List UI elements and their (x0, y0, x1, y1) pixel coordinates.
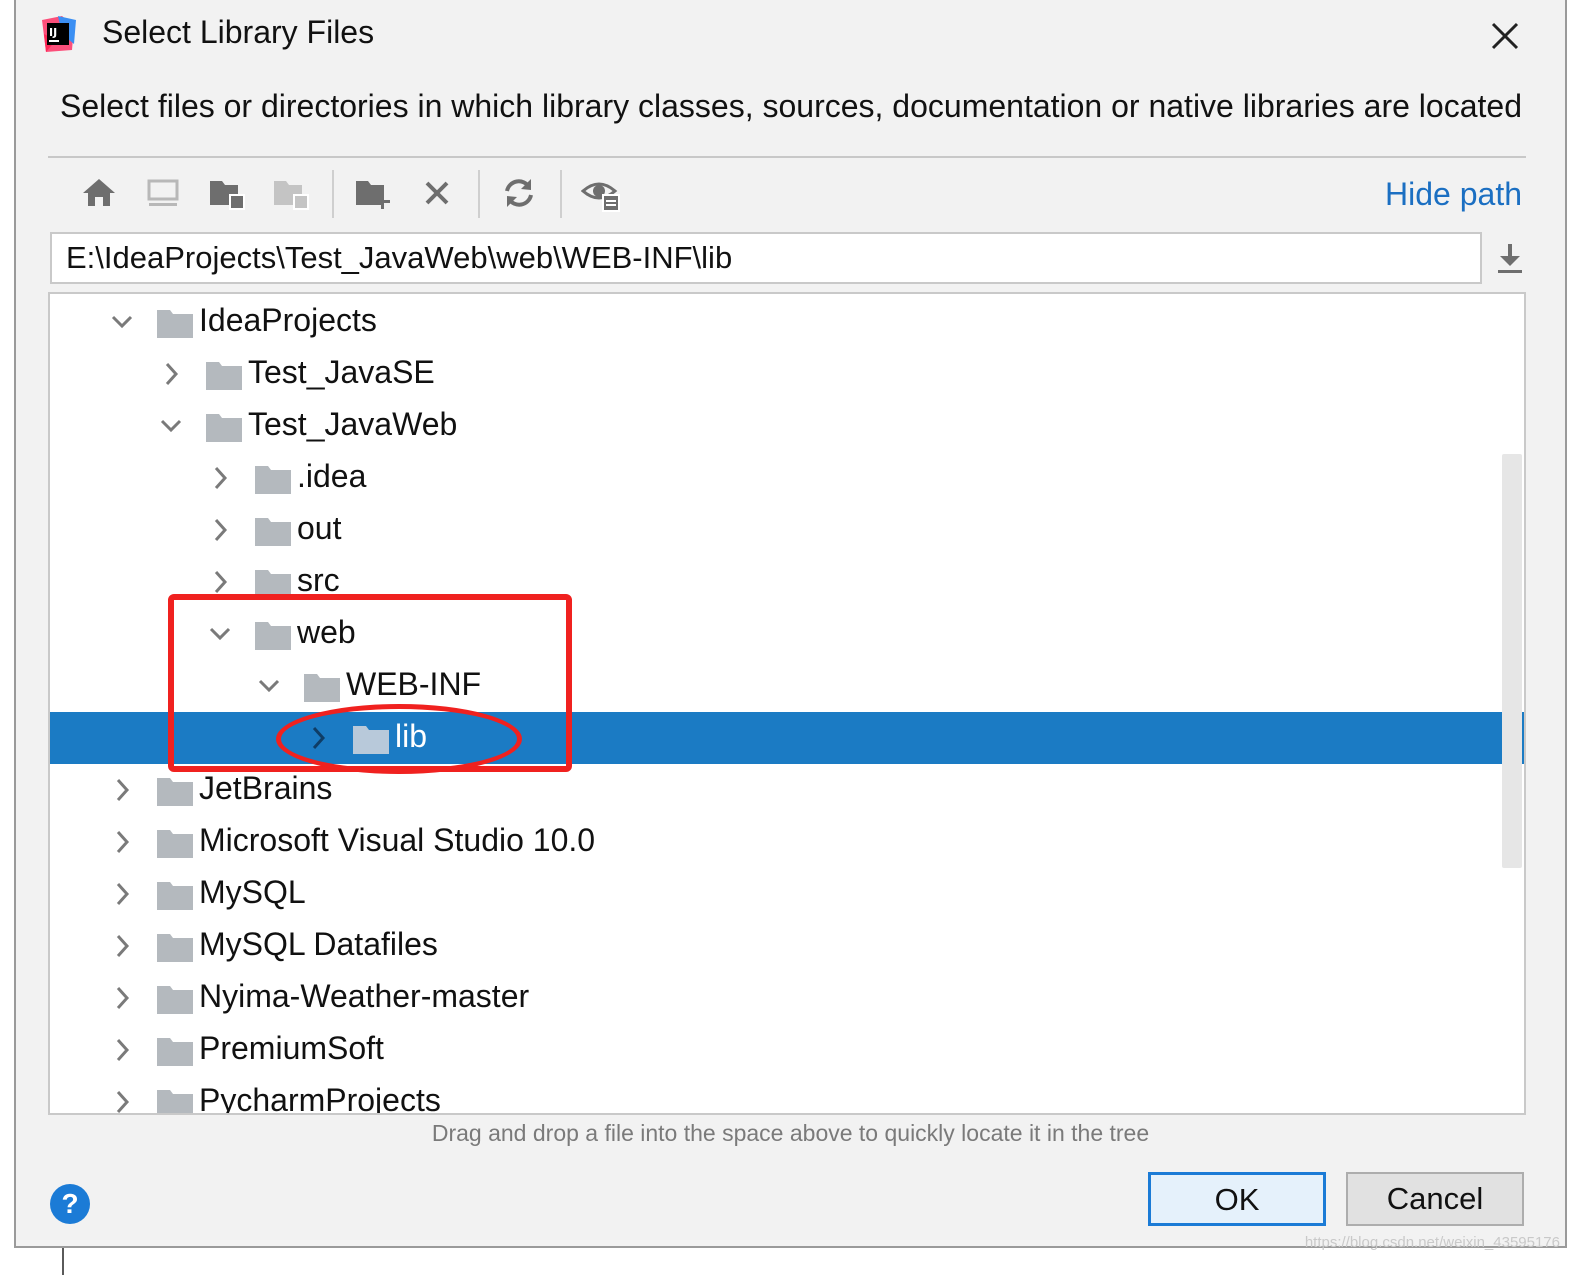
tree-row[interactable]: out (50, 504, 1524, 556)
chevron-right-icon[interactable] (107, 827, 137, 857)
chevron-right-icon[interactable] (107, 1087, 137, 1115)
watermark: https://blog.csdn.net/weixin_43595176 (1304, 1234, 1560, 1251)
folder-icon (157, 882, 193, 910)
tree-row-label: .idea (297, 458, 367, 494)
tree-row[interactable]: Test_JavaWeb (50, 400, 1524, 452)
folder-icon (206, 362, 242, 390)
download-icon[interactable] (1490, 238, 1530, 278)
toolbar-separator (478, 170, 480, 218)
tree-row[interactable]: Microsoft Visual Studio 10.0 (50, 816, 1524, 868)
dialog-description: Select files or directories in which lib… (60, 88, 1522, 124)
folder-icon (255, 518, 291, 546)
tree-row-label: MySQL (199, 874, 306, 910)
svg-text:IJ: IJ (49, 26, 57, 39)
tree-row[interactable]: .idea (50, 452, 1524, 504)
tree-row-label: JetBrains (199, 770, 333, 806)
tree-row[interactable]: Nyima-Weather-master (50, 972, 1524, 1024)
background-line (62, 1248, 64, 1275)
tree-row-label: out (297, 510, 342, 546)
drag-drop-hint: Drag and drop a file into the space abov… (431, 1120, 1150, 1146)
chevron-right-icon[interactable] (107, 879, 137, 909)
tree-row-label: PremiumSoft (199, 1030, 384, 1066)
folder-icon (255, 466, 291, 494)
chevron-right-icon[interactable] (205, 567, 235, 597)
toolbar-separator (560, 170, 562, 218)
folder-icon (157, 1090, 193, 1113)
help-button[interactable]: ? (50, 1184, 90, 1224)
title-bar: IJ Select Library Files (16, 0, 1565, 74)
tree-row-label: MySQL Datafiles (199, 926, 438, 962)
project-folder-icon[interactable] (204, 170, 250, 216)
new-folder-icon[interactable] (350, 170, 396, 216)
folder-icon (157, 310, 193, 338)
toolbar: Hide path (48, 166, 1548, 222)
cancel-button[interactable]: Cancel (1346, 1172, 1524, 1226)
ok-button[interactable]: OK (1148, 1172, 1326, 1226)
show-hidden-icon[interactable] (578, 170, 624, 216)
folder-icon (157, 986, 193, 1014)
chevron-right-icon[interactable] (107, 983, 137, 1013)
intellij-logo-icon: IJ (42, 16, 76, 52)
home-icon[interactable] (76, 170, 122, 216)
chevron-right-icon[interactable] (205, 515, 235, 545)
tree-row-label: Microsoft Visual Studio 10.0 (199, 822, 596, 858)
module-folder-icon[interactable] (268, 170, 314, 216)
tree-scrollbar[interactable] (1502, 454, 1522, 868)
divider (48, 156, 1526, 158)
path-input[interactable] (50, 232, 1482, 284)
chevron-right-icon[interactable] (107, 931, 137, 961)
tree-row-label: Test_JavaWeb (248, 406, 458, 442)
tree-row-label: PycharmProjects (199, 1082, 441, 1115)
tree-row[interactable]: MySQL Datafiles (50, 920, 1524, 972)
folder-icon (157, 830, 193, 858)
tree-row[interactable]: PremiumSoft (50, 1024, 1524, 1076)
tree-row[interactable]: IdeaProjects (50, 296, 1524, 348)
chevron-right-icon[interactable] (205, 463, 235, 493)
tree-row[interactable]: Test_JavaSE (50, 348, 1524, 400)
annotation-ellipse (276, 704, 522, 774)
hide-path-link[interactable]: Hide path (1385, 176, 1522, 213)
chevron-down-icon[interactable] (156, 411, 186, 441)
tree-row[interactable]: MySQL (50, 868, 1524, 920)
tree-row-label: IdeaProjects (199, 302, 377, 338)
folder-icon (157, 778, 193, 806)
tree-row-label: Nyima-Weather-master (199, 978, 530, 1014)
tree-row[interactable]: PycharmProjects (50, 1076, 1524, 1115)
folder-icon (206, 414, 242, 442)
desktop-icon[interactable] (140, 170, 186, 216)
close-icon[interactable] (1485, 16, 1525, 56)
folder-icon (157, 934, 193, 962)
chevron-right-icon[interactable] (107, 1035, 137, 1065)
toolbar-separator (332, 170, 334, 218)
delete-icon[interactable] (414, 170, 460, 216)
chevron-right-icon[interactable] (107, 775, 137, 805)
tree-row-label: Test_JavaSE (248, 354, 435, 390)
chevron-down-icon[interactable] (107, 307, 137, 337)
chevron-right-icon[interactable] (156, 359, 186, 389)
refresh-icon[interactable] (496, 170, 542, 216)
folder-icon (157, 1038, 193, 1066)
dialog-title: Select Library Files (102, 14, 375, 50)
